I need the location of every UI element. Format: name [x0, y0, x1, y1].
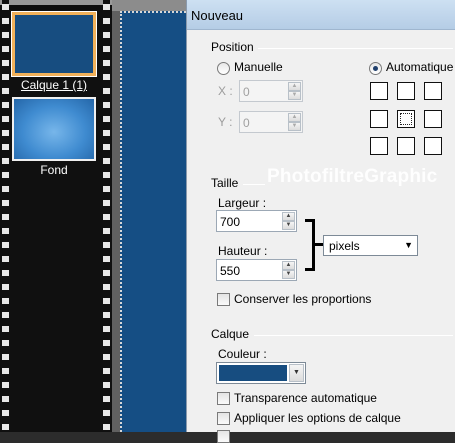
manual-radio[interactable]	[217, 62, 230, 75]
anchor-top-right[interactable]	[424, 82, 442, 100]
x-value: 0	[243, 85, 250, 99]
x-down-arrow-icon[interactable]: ▼	[288, 91, 301, 100]
apply-options-checkbox[interactable]	[217, 412, 230, 425]
width-stepper[interactable]: 700 ▲ ▼	[216, 210, 297, 232]
chevron-down-icon[interactable]: ▼	[404, 240, 413, 250]
panel-top-edge	[0, 0, 112, 5]
height-stepper[interactable]: 550 ▲ ▼	[216, 259, 297, 281]
film-perforation-right	[103, 0, 110, 432]
width-label: Largeur :	[218, 196, 267, 210]
height-down-arrow-icon[interactable]: ▼	[282, 270, 295, 279]
auto-transparency-checkbox[interactable]	[217, 392, 230, 405]
automatic-label: Automatique	[386, 60, 454, 74]
film-perforation-left	[2, 0, 9, 432]
width-value: 700	[220, 215, 241, 229]
x-stepper[interactable]: 0 ▲ ▼	[239, 80, 303, 102]
height-value: 550	[220, 264, 241, 278]
layer-divider	[254, 335, 453, 336]
size-section-title: Taille	[211, 176, 239, 190]
anchor-center[interactable]	[397, 110, 415, 128]
width-down-arrow-icon[interactable]: ▼	[282, 221, 295, 230]
layers-panel: Calque 1 (1) Fond	[0, 0, 112, 432]
layer-item-fond[interactable]: Fond	[12, 97, 96, 177]
position-section-title: Position	[211, 40, 254, 54]
workspace	[112, 0, 186, 432]
color-picker[interactable]: ▼	[216, 362, 306, 384]
image-canvas[interactable]	[120, 11, 186, 432]
height-label: Hauteur :	[218, 244, 268, 258]
y-up-arrow-icon[interactable]: ▲	[288, 113, 301, 122]
x-up-arrow-icon[interactable]: ▲	[288, 82, 301, 91]
workspace-top-edge	[112, 0, 186, 11]
layer-name: Fond	[40, 163, 68, 177]
chevron-down-icon[interactable]: ▼	[289, 364, 304, 382]
auto-transparency-label: Transparence automatique	[234, 391, 377, 405]
anchor-middle-right[interactable]	[424, 110, 442, 128]
anchor-top-left[interactable]	[370, 82, 388, 100]
manual-label: Manuelle	[234, 60, 283, 74]
watermark: PhotofiltreGraphic	[267, 166, 438, 187]
y-value: 0	[243, 116, 250, 130]
x-label: X :	[218, 84, 233, 98]
unit-select[interactable]: pixels ▼	[323, 235, 418, 256]
y-down-arrow-icon[interactable]: ▼	[288, 122, 301, 131]
automatic-radio[interactable]	[369, 62, 382, 75]
layer-section-title: Calque	[211, 327, 250, 341]
anchor-bottom-right[interactable]	[424, 137, 442, 155]
anchor-middle-left[interactable]	[370, 110, 388, 128]
layer-item-calque-1[interactable]: Calque 1 (1)	[12, 12, 96, 92]
layer-thumbnail[interactable]	[12, 97, 96, 161]
y-label: Y :	[218, 115, 233, 129]
apply-options-label: Appliquer les options de calque	[234, 411, 401, 425]
color-label: Couleur :	[218, 347, 267, 361]
anchor-bottom-center[interactable]	[397, 137, 415, 155]
dialog-title[interactable]: Nouveau	[187, 0, 455, 30]
anchor-bottom-left[interactable]	[370, 137, 388, 155]
color-swatch	[219, 365, 287, 381]
keep-proportions-label: Conserver les proportions	[234, 292, 372, 306]
position-divider	[258, 48, 453, 49]
anchor-top-center[interactable]	[397, 82, 415, 100]
y-stepper[interactable]: 0 ▲ ▼	[239, 111, 303, 133]
height-up-arrow-icon[interactable]: ▲	[282, 261, 295, 270]
width-up-arrow-icon[interactable]: ▲	[282, 212, 295, 221]
layer-thumbnail[interactable]	[12, 12, 96, 76]
layer-name: Calque 1 (1)	[20, 78, 88, 92]
bracket-connector	[315, 243, 323, 246]
size-divider	[243, 184, 265, 185]
unit-value: pixels	[329, 239, 360, 253]
keep-proportions-checkbox[interactable]	[217, 293, 230, 306]
proportion-link-bracket	[305, 219, 315, 271]
